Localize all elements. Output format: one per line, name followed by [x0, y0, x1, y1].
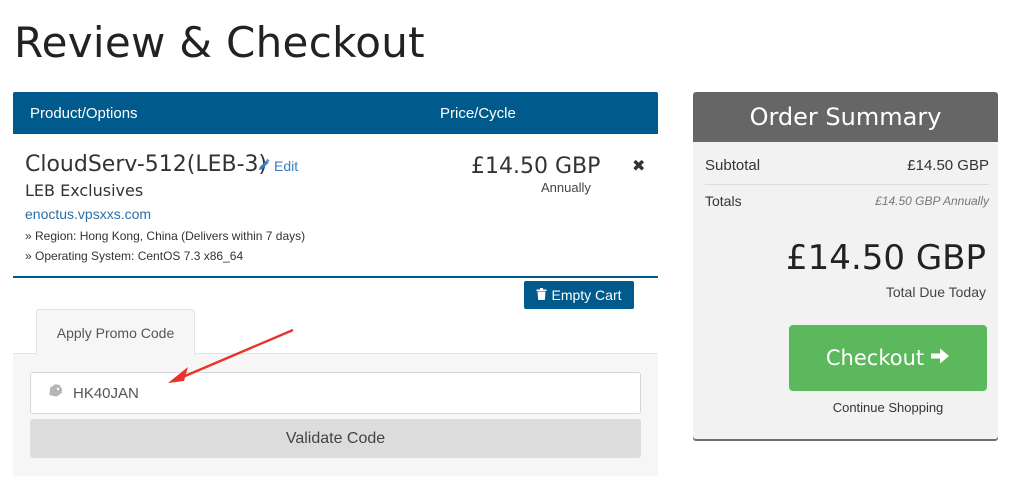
- subtotal-label: Subtotal: [705, 156, 761, 174]
- totals-row: Totals £14.50 GBP Annually: [705, 190, 989, 212]
- checkout-button[interactable]: Checkout: [789, 325, 987, 391]
- subtotal-value: £14.50 GBP: [907, 156, 989, 174]
- subtotal-row: Subtotal £14.50 GBP: [705, 154, 989, 176]
- price-cycle-header: Price/Cycle: [440, 104, 516, 122]
- empty-cart-label: Empty Cart: [551, 287, 622, 303]
- product-options-header: Product/Options: [30, 104, 138, 122]
- product-group: LEB Exclusives: [25, 181, 144, 200]
- product-option-region: » Region: Hong Kong, China (Delivers wit…: [25, 229, 306, 243]
- remove-item-icon[interactable]: ✖: [632, 156, 645, 176]
- page-title: Review & Checkout: [14, 18, 425, 67]
- promo-code-input[interactable]: HK40JAN: [30, 372, 641, 414]
- empty-cart-button[interactable]: Empty Cart: [524, 281, 634, 309]
- checkout-label: Checkout: [825, 346, 925, 370]
- order-summary-title: Order Summary: [693, 92, 998, 142]
- order-summary-panel: Order Summary Subtotal £14.50 GBP Totals…: [693, 92, 998, 439]
- product-price: £14.50 GBP: [471, 154, 601, 179]
- product-name: CloudServ-512(LEB-3): [25, 152, 268, 177]
- product-domain: enoctus.vpsxxs.com: [25, 206, 152, 222]
- tag-icon: [47, 384, 63, 402]
- total-due-label: Total Due Today: [885, 284, 986, 300]
- edit-label: Edit: [274, 158, 299, 174]
- trash-icon: [536, 287, 547, 303]
- totals-label: Totals: [705, 193, 742, 209]
- promo-code-value: HK40JAN: [73, 384, 139, 402]
- cart-table-header: Product/Options Price/Cycle: [13, 92, 658, 134]
- tab-apply-promo-code[interactable]: Apply Promo Code: [36, 309, 195, 355]
- edit-link[interactable]: Edit: [258, 158, 298, 174]
- totals-value: £14.50 GBP Annually: [875, 194, 989, 208]
- arrow-right-icon: [930, 346, 950, 370]
- total-due-amount: £14.50 GBP: [786, 238, 986, 278]
- pencil-icon: [258, 158, 270, 174]
- summary-divider: [705, 184, 989, 185]
- validate-code-button[interactable]: Validate Code: [30, 419, 641, 458]
- billing-cycle: Annually: [541, 180, 591, 195]
- product-option-os: » Operating System: CentOS 7.3 x86_64: [25, 249, 244, 263]
- continue-shopping-link[interactable]: Continue Shopping: [789, 400, 987, 415]
